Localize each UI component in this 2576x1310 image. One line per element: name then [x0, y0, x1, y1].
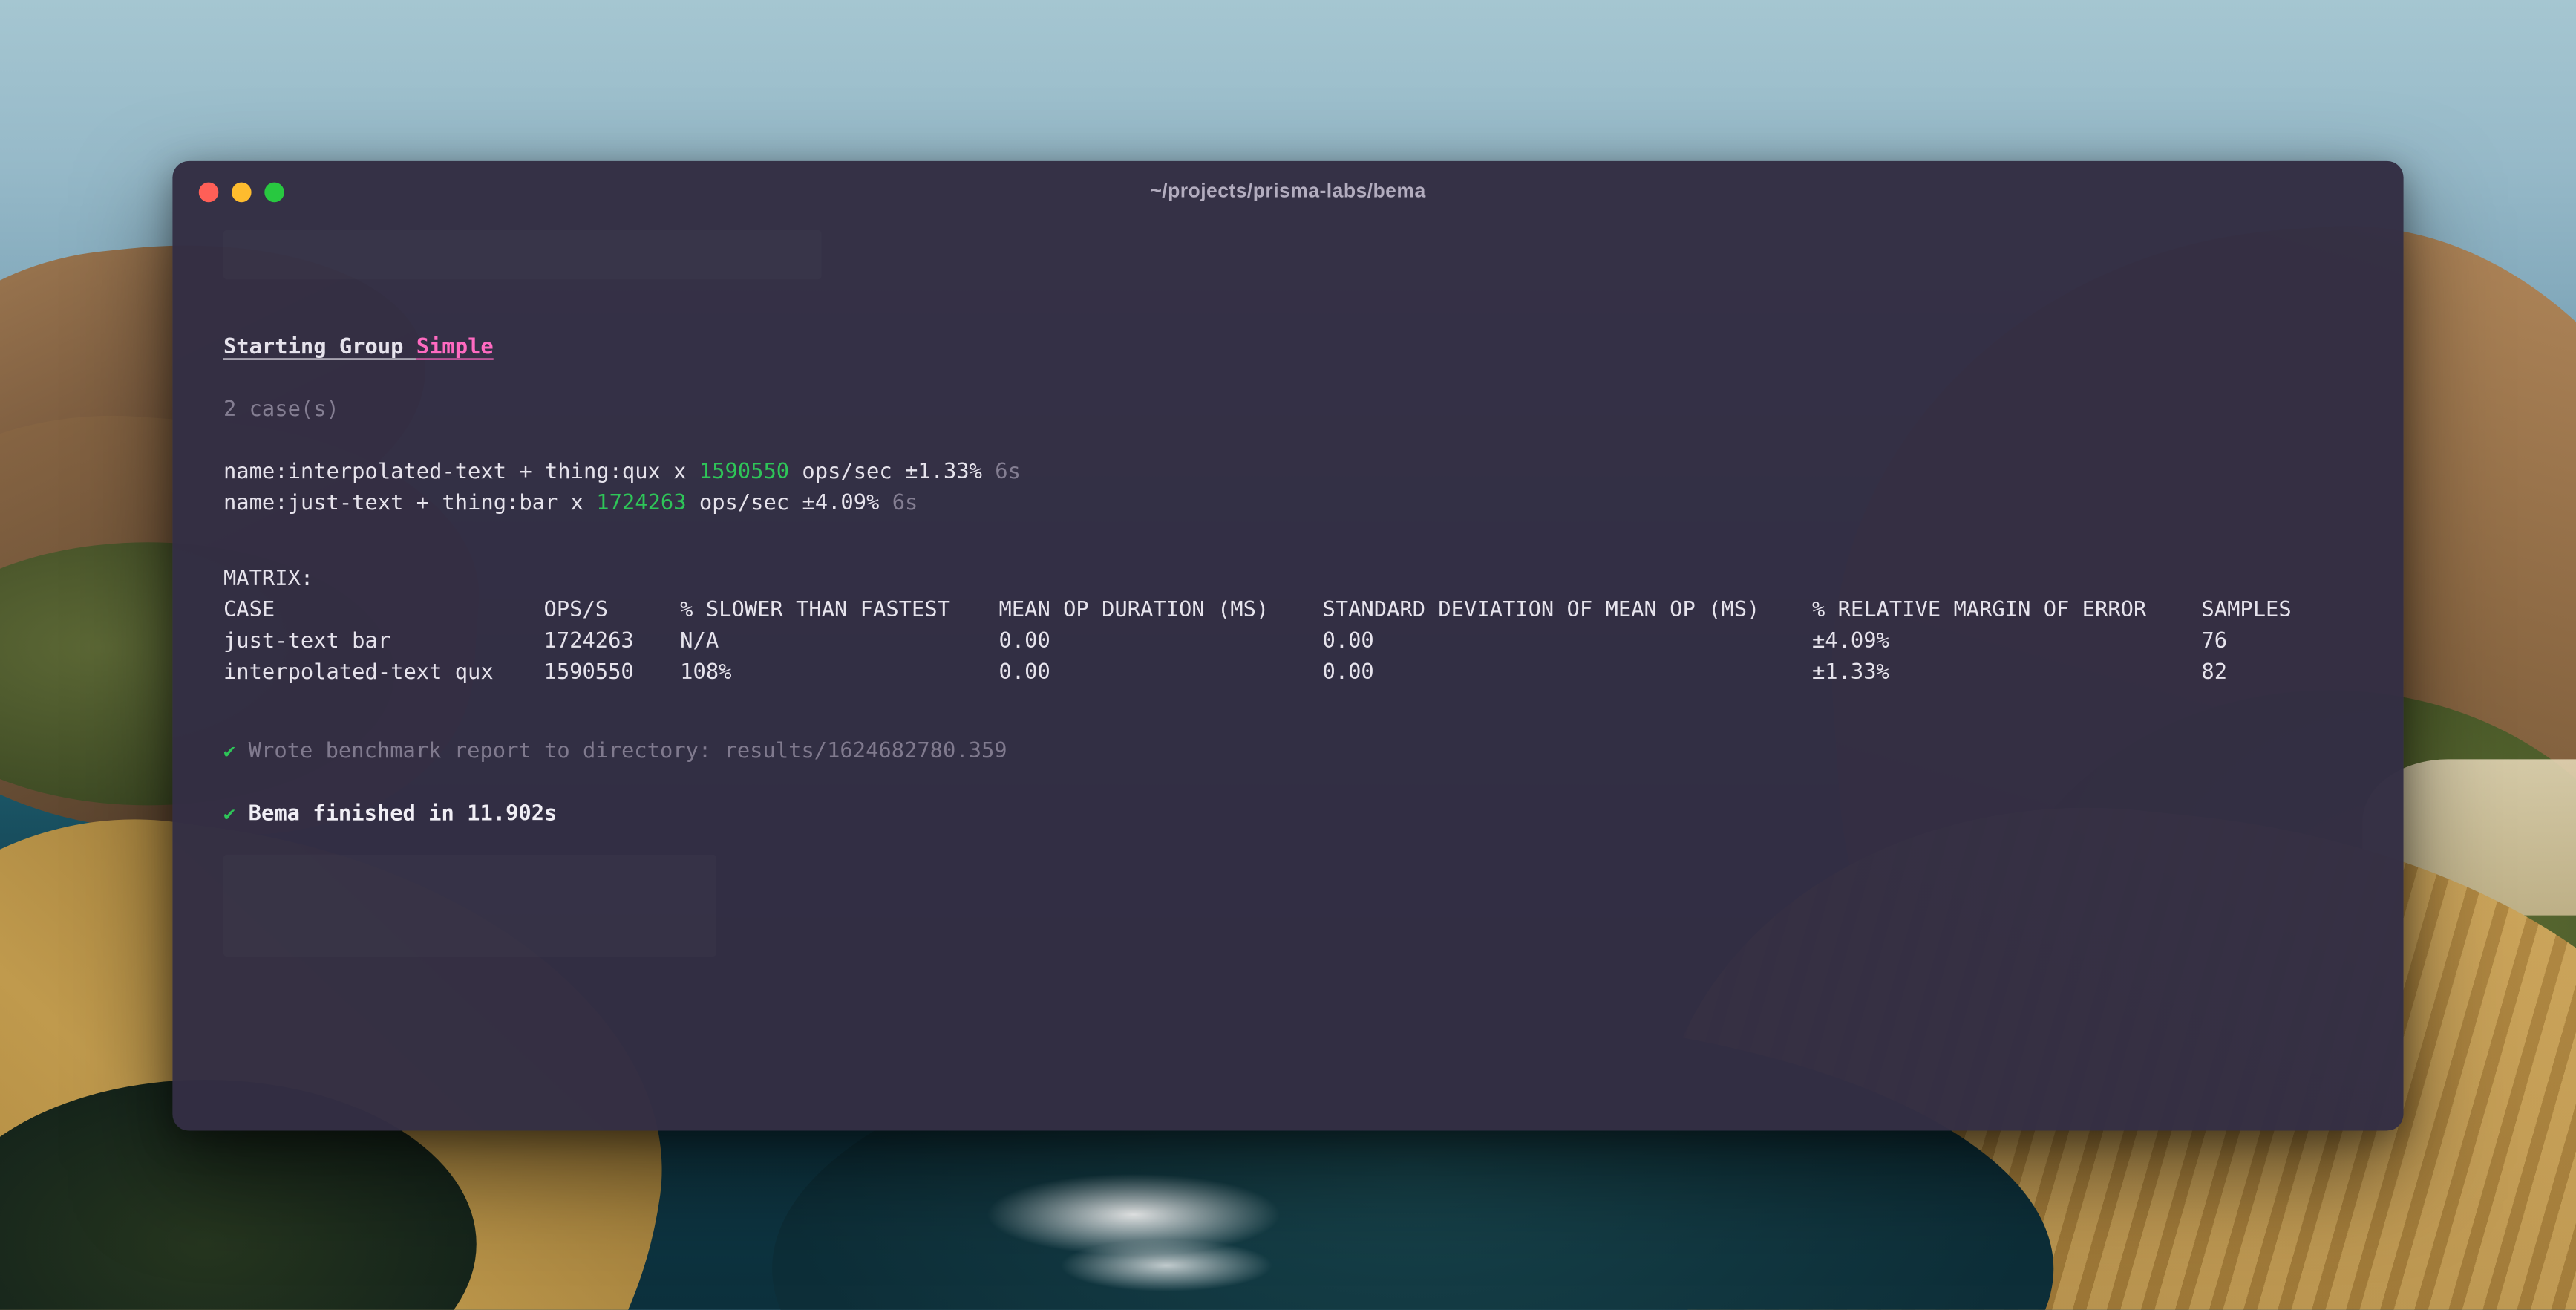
bench-ops-value: 1590550 — [699, 460, 789, 485]
desktop: ~/projects/prisma-labs/bema Starting Gro… — [0, 0, 2576, 1310]
group-heading-prefix: Starting Group — [223, 335, 416, 359]
cell-slower: 108% — [680, 657, 998, 688]
bench-text: ops/sec ±1.33% — [789, 460, 995, 485]
table-row: interpolated-text qux 1590550 108% 0.00 … — [223, 657, 2364, 688]
cell-stddev: 0.00 — [1322, 626, 1811, 657]
table-row: just-text bar 1724263 N/A 0.00 0.00 ±4.0… — [223, 626, 2364, 657]
benchmark-line: name:interpolated-text + thing:qux x 159… — [223, 457, 2364, 488]
cell-samples: 82 — [2201, 657, 2364, 688]
finish-text: Bema finished in 11.902s — [249, 802, 558, 827]
cell-margin: ±1.33% — [1812, 657, 2201, 688]
bench-time: 6s — [892, 492, 918, 516]
cell-ops: 1724263 — [544, 626, 681, 657]
check-icon: ✔ — [223, 802, 235, 825]
col-header-case: CASE — [223, 595, 544, 626]
bench-text: ops/sec ±4.09% — [687, 492, 892, 516]
terminal-window: ~/projects/prisma-labs/bema Starting Gro… — [172, 161, 2403, 1131]
bench-text: name:interpolated-text + thing:qux x — [223, 460, 699, 485]
cell-samples: 76 — [2201, 626, 2364, 657]
check-icon: ✔ — [223, 740, 235, 763]
col-header-margin: % RELATIVE MARGIN OF ERROR — [1812, 595, 2201, 626]
bench-time: 6s — [995, 460, 1021, 485]
matrix-header-row: CASE OPS/S % SLOWER THAN FASTEST MEAN OP… — [223, 595, 2364, 626]
cell-mean: 0.00 — [999, 657, 1323, 688]
cell-case: interpolated-text qux — [223, 657, 544, 688]
report-text: Wrote benchmark report to directory: res… — [249, 740, 1007, 764]
case-count: 2 case(s) — [223, 394, 2364, 426]
cell-ops: 1590550 — [544, 657, 681, 688]
cell-slower: N/A — [680, 626, 998, 657]
bench-ops-value: 1724263 — [596, 492, 686, 516]
finish-line: ✔ Bema finished in 11.902s — [223, 799, 2364, 830]
faint-highlight-bottom — [223, 855, 716, 957]
col-header-samples: SAMPLES — [2201, 595, 2364, 626]
col-header-stddev: STANDARD DEVIATION OF MEAN OP (MS) — [1322, 595, 1811, 626]
cell-mean: 0.00 — [999, 626, 1323, 657]
group-heading: Starting Group Simple — [223, 332, 2364, 363]
group-heading-name: Simple — [416, 335, 494, 359]
wallpaper-wave-foam-small — [1059, 1239, 1273, 1292]
col-header-slower: % SLOWER THAN FASTEST — [680, 595, 998, 626]
cell-margin: ±4.09% — [1812, 626, 2201, 657]
cell-stddev: 0.00 — [1322, 657, 1811, 688]
benchmark-line: name:just-text + thing:bar x 1724263 ops… — [223, 488, 2364, 519]
col-header-ops: OPS/S — [544, 595, 681, 626]
bench-text: name:just-text + thing:bar x — [223, 492, 596, 516]
report-line: ✔ Wrote benchmark report to directory: re… — [223, 736, 2364, 767]
matrix-label: MATRIX: — [223, 564, 2364, 595]
terminal-output[interactable]: Starting Group Simple 2 case(s) name:int… — [223, 161, 2364, 830]
col-header-mean: MEAN OP DURATION (MS) — [999, 595, 1323, 626]
cell-case: just-text bar — [223, 626, 544, 657]
